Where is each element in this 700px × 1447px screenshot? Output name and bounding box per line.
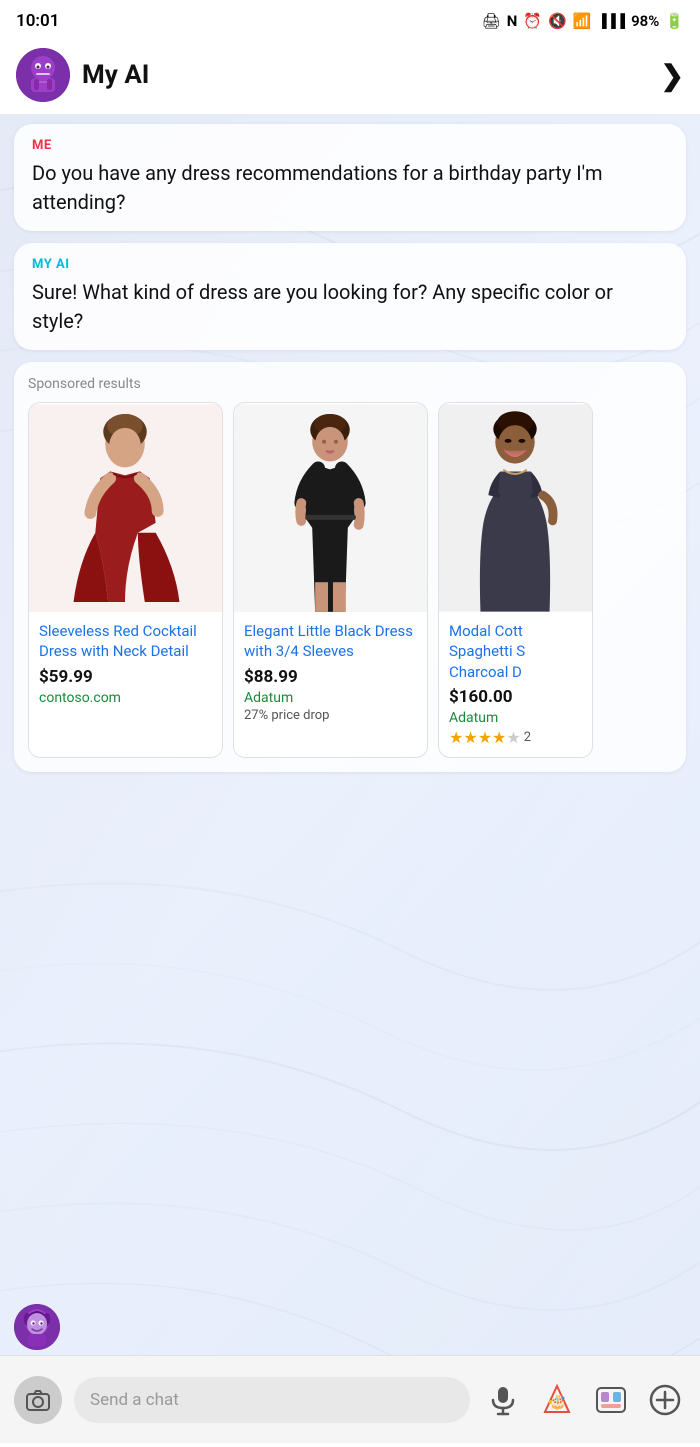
products-row: Sleeveless Red Cocktail Dress with Neck …: [28, 402, 672, 758]
status-bar: 10:01 🖨 N ⏰ 🔇 📶 ▐▐▐ 98% 🔋: [0, 0, 700, 40]
product-image-3: [439, 403, 592, 613]
product-image-2: [234, 403, 427, 613]
product-image-1: [29, 403, 222, 613]
main-content: ME Do you have any dress recommendations…: [0, 114, 700, 1353]
header-left: My AI: [16, 48, 149, 102]
product-info-1: Sleeveless Red Cocktail Dress with Neck …: [29, 613, 222, 706]
microphone-icon: [487, 1384, 519, 1416]
product-price-1: $59.99: [39, 667, 212, 687]
product-info-2: Elegant Little Black Dress with 3/4 Slee…: [234, 613, 427, 723]
sender-label-me: ME: [32, 138, 668, 153]
chat-area: ME Do you have any dress recommendations…: [0, 114, 700, 794]
status-time: 10:01: [16, 11, 59, 31]
message-block-me: ME Do you have any dress recommendations…: [14, 124, 686, 231]
star-2: ★: [463, 728, 477, 747]
microphone-button[interactable]: [482, 1379, 524, 1421]
product-name-2: Elegant Little Black Dress with 3/4 Slee…: [244, 621, 417, 662]
alarm-icon: ⏰: [523, 12, 542, 30]
signal-icon: ▐▐▐: [597, 13, 625, 29]
message-text-ai: Sure! What kind of dress are you looking…: [32, 278, 668, 336]
ai-avatar[interactable]: [16, 48, 70, 102]
battery-level: 98%: [631, 12, 659, 30]
product-store-1: contoso.com: [39, 690, 212, 706]
product-info-3: Modal Cott Spaghetti S Charcoal D $160.0…: [439, 613, 592, 747]
svg-text:🎂: 🎂: [549, 1392, 566, 1410]
bitmoji-button[interactable]: [590, 1379, 632, 1421]
product-stars-3: ★ ★ ★ ★ ★ 2: [449, 728, 582, 747]
sticker-button[interactable]: 🎂: [536, 1379, 578, 1421]
add-button[interactable]: [644, 1379, 686, 1421]
sender-label-ai: MY AI: [32, 257, 668, 272]
product-store-3: Adatum: [449, 710, 582, 726]
chat-input-area[interactable]: Send a chat: [74, 1377, 470, 1423]
header-title: My AI: [82, 60, 149, 90]
bottom-toolbar: Send a chat 🎂: [0, 1355, 700, 1443]
product-name-3: Modal Cott Spaghetti S Charcoal D: [449, 621, 582, 682]
product-price-2: $88.99: [244, 667, 417, 687]
status-icons: 🖨 N ⏰ 🔇 📶 ▐▐▐ 98% 🔋: [482, 12, 684, 30]
product-price-3: $160.00: [449, 687, 582, 707]
wifi-icon: 📶: [573, 12, 592, 30]
user-avatar-circle: [14, 1304, 60, 1350]
product-card-3[interactable]: Modal Cott Spaghetti S Charcoal D $160.0…: [438, 402, 593, 758]
chat-input-placeholder: Send a chat: [90, 1390, 179, 1410]
add-icon: [649, 1384, 681, 1416]
sponsored-section: Sponsored results: [14, 362, 686, 772]
star-3: ★: [478, 728, 492, 747]
forward-chevron-icon[interactable]: ❯: [661, 59, 684, 92]
sponsored-label: Sponsored results: [28, 376, 672, 392]
star-1: ★: [449, 728, 463, 747]
battery-icon: 🔋: [665, 12, 684, 30]
star-count: 2: [524, 730, 531, 745]
product-badge-2: 27% price drop: [244, 708, 417, 723]
bottom-user-avatar: [14, 1304, 60, 1350]
bitmoji-icon: [595, 1384, 627, 1416]
mute-icon: 🔇: [548, 12, 567, 30]
camera-icon: [25, 1387, 51, 1413]
sticker-icon: 🎂: [541, 1384, 573, 1416]
star-5: ★: [506, 728, 520, 747]
nfc-icon: N: [507, 12, 518, 30]
product-card-1[interactable]: Sleeveless Red Cocktail Dress with Neck …: [28, 402, 223, 758]
camera-button[interactable]: [14, 1376, 62, 1424]
app-header: My AI ❯: [0, 40, 700, 114]
star-4: ★: [492, 728, 506, 747]
sim-icon: 🖨: [482, 12, 501, 30]
message-block-ai: MY AI Sure! What kind of dress are you l…: [14, 243, 686, 350]
product-card-2[interactable]: Elegant Little Black Dress with 3/4 Slee…: [233, 402, 428, 758]
message-text-me: Do you have any dress recommendations fo…: [32, 159, 668, 217]
product-store-2: Adatum: [244, 690, 417, 706]
product-name-1: Sleeveless Red Cocktail Dress with Neck …: [39, 621, 212, 662]
